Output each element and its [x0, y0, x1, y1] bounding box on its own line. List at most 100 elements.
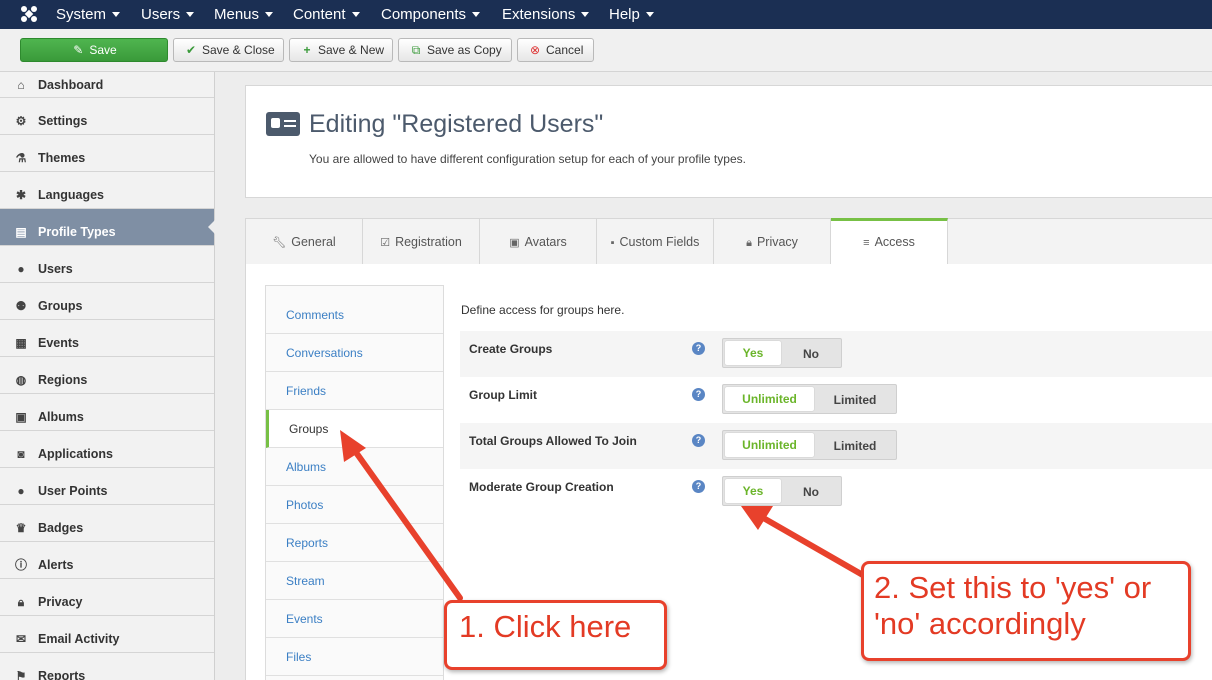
copy-icon: ⧉ — [411, 43, 421, 57]
cancel-button[interactable]: ⊗ Cancel — [517, 38, 594, 62]
menu-users[interactable]: Users — [141, 0, 195, 29]
chevron-down-icon — [112, 11, 121, 17]
chevron-down-icon — [645, 11, 654, 17]
menu-extensions[interactable]: Extensions — [502, 0, 590, 29]
toggle-yes[interactable]: Yes — [725, 341, 781, 365]
chevron-down-icon — [351, 11, 360, 17]
callout-click-here: 1. Click here — [444, 600, 667, 670]
total-groups-toggle[interactable]: Unlimited Limited — [722, 430, 897, 460]
toggle-limited[interactable]: Limited — [814, 387, 896, 411]
sidebar-item-settings[interactable]: ⚙ Settings — [0, 98, 214, 135]
setting-row-group-limit: Group Limit ? Unlimited Limited — [460, 377, 1212, 423]
subnav-comments[interactable]: Comments — [266, 296, 443, 334]
sidebar-item-user-points[interactable]: ● User Points — [0, 468, 214, 505]
subnav-stream[interactable]: Stream — [266, 562, 443, 600]
subnav-reports[interactable]: Reports — [266, 524, 443, 562]
plus-icon: + — [303, 43, 311, 57]
sidebar-item-regions[interactable]: ◍ Regions — [0, 357, 214, 394]
tab-privacy[interactable]: 🔒︎ Privacy — [714, 219, 831, 265]
sidebar-item-themes[interactable]: ⚗ Themes — [0, 135, 214, 172]
field-icon: ▪ — [610, 237, 615, 249]
toggle-no[interactable]: No — [783, 341, 839, 365]
menu-help[interactable]: Help — [609, 0, 654, 29]
setting-row-create-groups: Create Groups ? Yes No — [460, 331, 1212, 377]
sidebar-item-groups[interactable]: ⚉ Groups — [0, 283, 214, 320]
help-icon[interactable]: ? — [692, 434, 705, 447]
page-header: Editing "Registered Users" You are allow… — [245, 85, 1212, 198]
sidebar-item-events[interactable]: ▦ Events — [0, 320, 214, 357]
callout-set-toggle: 2. Set this to 'yes' or 'no' accordingly — [861, 561, 1191, 661]
help-icon[interactable]: ? — [692, 388, 705, 401]
cancel-icon: ⊗ — [529, 43, 541, 57]
save-copy-button[interactable]: ⧉ Save as Copy — [398, 38, 512, 62]
setting-label: Group Limit — [469, 388, 537, 402]
top-menu-bar: System Users Menus Content Components Ex… — [0, 0, 1212, 29]
subnav-groups[interactable]: Groups — [266, 410, 443, 448]
setting-row-total-groups: Total Groups Allowed To Join ? Unlimited… — [460, 423, 1212, 469]
tab-access[interactable]: ≡ Access — [831, 218, 948, 265]
check-icon: ✔ — [185, 43, 197, 57]
wrench-icon: 🔧︎ — [272, 237, 287, 249]
menu-content[interactable]: Content — [293, 0, 360, 29]
menu-system[interactable]: System — [56, 0, 121, 29]
toggle-yes[interactable]: Yes — [725, 479, 781, 503]
toggle-unlimited[interactable]: Unlimited — [725, 387, 814, 411]
setting-label: Moderate Group Creation — [469, 480, 614, 494]
lock-icon: 🔒︎ — [746, 237, 752, 249]
subnav-photos[interactable]: Photos — [266, 486, 443, 524]
subnav-conversations[interactable]: Conversations — [266, 334, 443, 372]
group-limit-toggle[interactable]: Unlimited Limited — [722, 384, 897, 414]
flag-icon: ⚑ — [15, 669, 27, 680]
sidebar-item-privacy[interactable]: 🔒︎ Privacy — [0, 579, 214, 616]
toggle-limited[interactable]: Limited — [814, 433, 896, 457]
tab-bar: 🔧︎ General ☑ Registration ▣ Avatars ▪ Custom… — [245, 218, 1212, 265]
chevron-down-icon — [472, 11, 481, 17]
setting-label: Total Groups Allowed To Join — [469, 434, 637, 448]
help-icon[interactable]: ? — [692, 480, 705, 493]
sidebar-item-applications[interactable]: ◙ Applications — [0, 431, 214, 468]
create-groups-toggle[interactable]: Yes No — [722, 338, 842, 368]
sidebar-item-languages[interactable]: ✱ Languages — [0, 172, 214, 209]
save-close-button[interactable]: ✔ Save & Close — [173, 38, 284, 62]
chevron-down-icon — [265, 11, 274, 17]
toggle-unlimited[interactable]: Unlimited — [725, 433, 814, 457]
tab-custom-fields[interactable]: ▪ Custom Fields — [597, 219, 714, 265]
page-title: Editing "Registered Users" — [309, 110, 604, 138]
checklist-icon: ☑ — [380, 237, 391, 249]
subnav-albums[interactable]: Albums — [266, 448, 443, 486]
access-subnav: Comments Conversations Friends Groups Al… — [265, 285, 444, 680]
edit-icon: ✎ — [73, 43, 84, 57]
joomla-logo-icon[interactable] — [20, 5, 38, 23]
menu-menus[interactable]: Menus — [214, 0, 274, 29]
sidebar: ⌂ Dashboard ⚙ Settings ⚗ Themes ✱ Languages … — [0, 72, 215, 680]
sidebar-item-profile-types[interactable]: ▤ Profile Types — [0, 209, 215, 246]
id-card-icon — [266, 112, 300, 136]
sidebar-item-badges[interactable]: ♛ Badges — [0, 505, 214, 542]
moderate-groups-toggle[interactable]: Yes No — [722, 476, 842, 506]
access-description: Define access for groups here. — [461, 303, 625, 317]
sidebar-item-alerts[interactable]: ⓘ Alerts — [0, 542, 214, 579]
home-icon: ⌂ — [17, 78, 25, 92]
help-icon[interactable]: ? — [692, 342, 705, 355]
toggle-no[interactable]: No — [783, 479, 839, 503]
tab-avatars[interactable]: ▣ Avatars — [480, 219, 597, 265]
subnav-events[interactable]: Events — [266, 600, 443, 638]
sidebar-item-albums[interactable]: ▣ Albums — [0, 394, 214, 431]
save-button[interactable]: ✎ Save — [20, 38, 168, 62]
tab-registration[interactable]: ☑ Registration — [363, 219, 480, 265]
menu-components[interactable]: Components — [381, 0, 481, 29]
chevron-down-icon — [581, 11, 590, 17]
sidebar-item-users[interactable]: ● Users — [0, 246, 214, 283]
database-icon: ≡ — [863, 237, 870, 249]
save-new-button[interactable]: + Save & New — [289, 38, 393, 62]
sidebar-item-reports[interactable]: ⚑ Reports — [0, 653, 214, 680]
subnav-files[interactable]: Files — [266, 638, 443, 676]
tab-general[interactable]: 🔧︎ General — [246, 219, 363, 265]
sidebar-item-email-activity[interactable]: ✉ Email Activity — [0, 616, 214, 653]
setting-label: Create Groups — [469, 342, 553, 356]
toolbar: ✎ Save ✔ Save & Close + Save & New ⧉ Save as… — [0, 29, 1212, 72]
sidebar-item-dashboard[interactable]: ⌂ Dashboard — [0, 72, 214, 98]
page-description: You are allowed to have different config… — [309, 152, 746, 166]
picture-icon: ▣ — [509, 237, 520, 249]
subnav-friends[interactable]: Friends — [266, 372, 443, 410]
